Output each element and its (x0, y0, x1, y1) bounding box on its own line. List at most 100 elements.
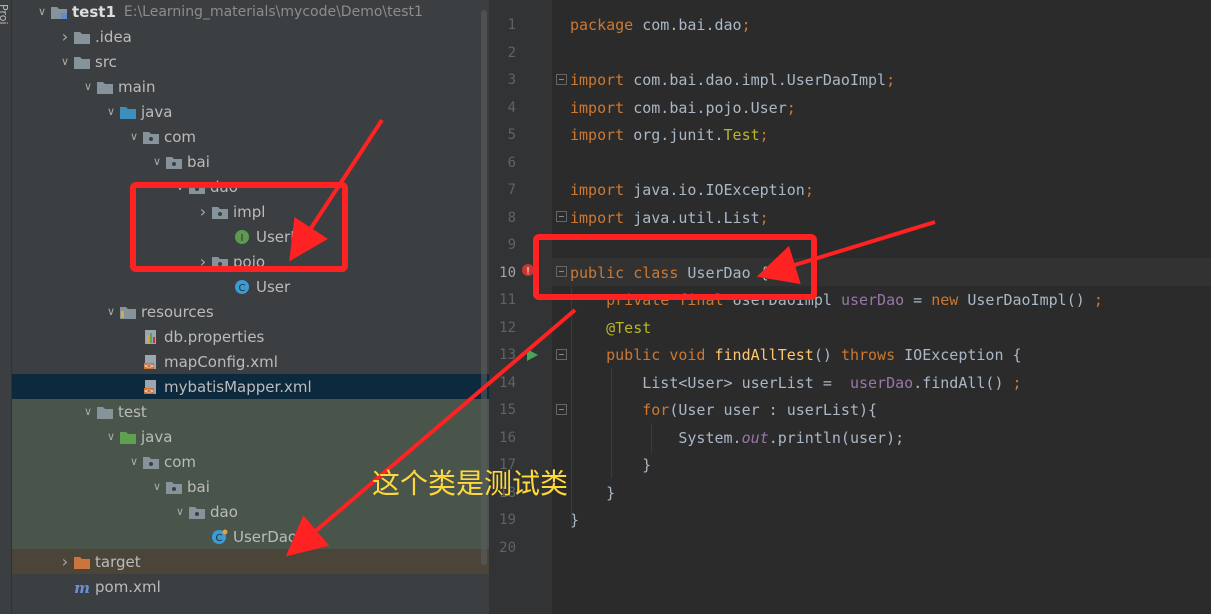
fold-icon[interactable] (556, 74, 567, 85)
tree-item[interactable]: › pojo (12, 249, 489, 274)
svg-text:m: m (74, 579, 90, 595)
code-token: import (570, 208, 634, 227)
svg-text:<>: <> (144, 388, 154, 395)
chevron-down-icon[interactable]: ∨ (103, 105, 119, 118)
maven-icon: m (73, 579, 91, 595)
chevron-down-icon[interactable]: ∨ (103, 430, 119, 443)
code-token: ; (1012, 373, 1022, 392)
chevron-right-icon[interactable]: › (195, 202, 211, 221)
error-marker-icon[interactable]: ! (521, 263, 535, 277)
folder-icon (73, 54, 91, 70)
properties-file-icon (142, 329, 160, 345)
tree-item-label: .idea (95, 27, 132, 46)
tree-item[interactable]: ∨ com (12, 124, 489, 149)
chevron-down-icon[interactable]: ∨ (172, 180, 188, 193)
code-line[interactable]: import java.io.IOException; (570, 177, 814, 204)
chevron-right-icon[interactable]: › (57, 552, 73, 571)
tree-item[interactable]: ∨ dao (12, 174, 489, 199)
code-token: ; (741, 16, 751, 34)
code-token: java.io.IOException (633, 181, 805, 199)
tree-item[interactable]: m pom.xml (12, 574, 489, 599)
tree-item[interactable]: ∨ resources (12, 299, 489, 324)
folder-icon (96, 79, 114, 95)
tree-item-label: bai (187, 477, 210, 496)
code-line[interactable]: for(User user : userList){ (570, 397, 877, 424)
indent-guide (651, 423, 652, 453)
fold-icon[interactable] (556, 404, 567, 415)
tree-item[interactable]: ∨ dao (12, 499, 489, 524)
code-line[interactable]: import org.junit.Test; (570, 122, 769, 149)
code-line[interactable]: @Test (570, 315, 651, 342)
code-line[interactable]: } (570, 480, 615, 507)
chevron-down-icon[interactable]: ∨ (126, 130, 142, 143)
line-number: 3 (507, 72, 516, 88)
code-line[interactable]: System.out.println(user); (570, 425, 904, 452)
chevron-down-icon[interactable]: ∨ (126, 455, 142, 468)
chevron-down-icon[interactable]: ∨ (149, 155, 165, 168)
chevron-right-icon[interactable]: › (195, 252, 211, 271)
tree-item-label: test1 (72, 2, 116, 21)
tree-item[interactable]: <> mybatisMapper.xml (12, 374, 489, 399)
code-line[interactable]: public void findAllTest() throws IOExcep… (570, 342, 1021, 369)
tree-item[interactable]: C UserDao (12, 524, 489, 549)
tree-item-label: java (141, 102, 173, 121)
chevron-down-icon[interactable]: ∨ (172, 505, 188, 518)
code-token: (User user : userList){ (669, 401, 878, 419)
code-line[interactable]: public class UserDao { (570, 260, 769, 287)
module-folder-icon (50, 4, 68, 20)
run-test-icon[interactable] (525, 348, 539, 362)
tree-item[interactable]: ∨ main (12, 74, 489, 99)
chevron-down-icon[interactable]: ∨ (80, 80, 96, 93)
tree-item[interactable]: ∨ java (12, 99, 489, 124)
code-token: UserDaoImpl() (967, 291, 1094, 309)
chevron-down-icon[interactable]: ∨ (34, 5, 50, 18)
tree-item[interactable]: › target (12, 549, 489, 574)
tree-item-label: test (118, 402, 147, 421)
code-token: for (642, 401, 670, 419)
tree-item[interactable]: I UserDao (12, 224, 489, 249)
line-number: 6 (507, 154, 516, 171)
code-token: private final (606, 291, 733, 309)
code-token: import (570, 181, 634, 199)
tree-item[interactable]: <> mapConfig.xml (12, 349, 489, 374)
code-line[interactable]: import com.bai.pojo.User; (570, 95, 796, 122)
code-line[interactable]: import java.util.List; (570, 205, 769, 232)
code-token: @Test (606, 318, 652, 337)
chevron-down-icon[interactable]: ∨ (80, 405, 96, 418)
svg-text:<>: <> (144, 363, 154, 370)
tree-item[interactable]: ∨ bai (12, 149, 489, 174)
code-token: System. (570, 428, 742, 447)
tree-item[interactable]: ∨ test (12, 399, 489, 424)
line-number: 14 (499, 374, 516, 391)
tree-item-label: java (141, 427, 173, 446)
code-line[interactable]: import com.bai.dao.impl.UserDaoImpl; (570, 67, 895, 94)
tree-item-label: com (164, 127, 197, 146)
tree-item[interactable]: ∨ java (12, 424, 489, 449)
tree-item[interactable]: C User (12, 274, 489, 299)
code-line[interactable]: private final UserDaoImpl userDao = new … (570, 287, 1103, 314)
chevron-right-icon[interactable]: › (57, 27, 73, 46)
tree-item-label: src (95, 52, 117, 71)
tree-item[interactable]: db.properties (12, 324, 489, 349)
code-line[interactable]: List<User> userList = userDao.findAll() … (570, 370, 1022, 397)
project-tool-label[interactable]: Proj (0, 4, 10, 25)
tree-item[interactable]: ∨ src (12, 49, 489, 74)
fold-icon[interactable] (556, 266, 567, 277)
code-line[interactable]: package com.bai.dao; (570, 12, 751, 39)
code-token: package (570, 16, 643, 34)
tree-item[interactable]: ∨ test1 E:\Learning_materials\mycode\Demo\… (12, 0, 489, 24)
chevron-down-icon[interactable]: ∨ (149, 480, 165, 493)
tree-item[interactable]: › .idea (12, 24, 489, 49)
code-token: import (570, 98, 634, 117)
tree-item[interactable]: › impl (12, 199, 489, 224)
project-tool-window-stripe[interactable]: Proj (0, 0, 12, 614)
fold-icon[interactable] (556, 349, 567, 360)
chevron-down-icon[interactable]: ∨ (57, 55, 73, 68)
xml-file-icon: <> (142, 354, 160, 370)
tree-item-label: UserDao (233, 527, 298, 546)
chevron-down-icon[interactable]: ∨ (103, 305, 119, 318)
line-number: 8 (507, 209, 516, 226)
fold-icon[interactable] (556, 211, 567, 222)
svg-text:!: ! (526, 266, 530, 277)
